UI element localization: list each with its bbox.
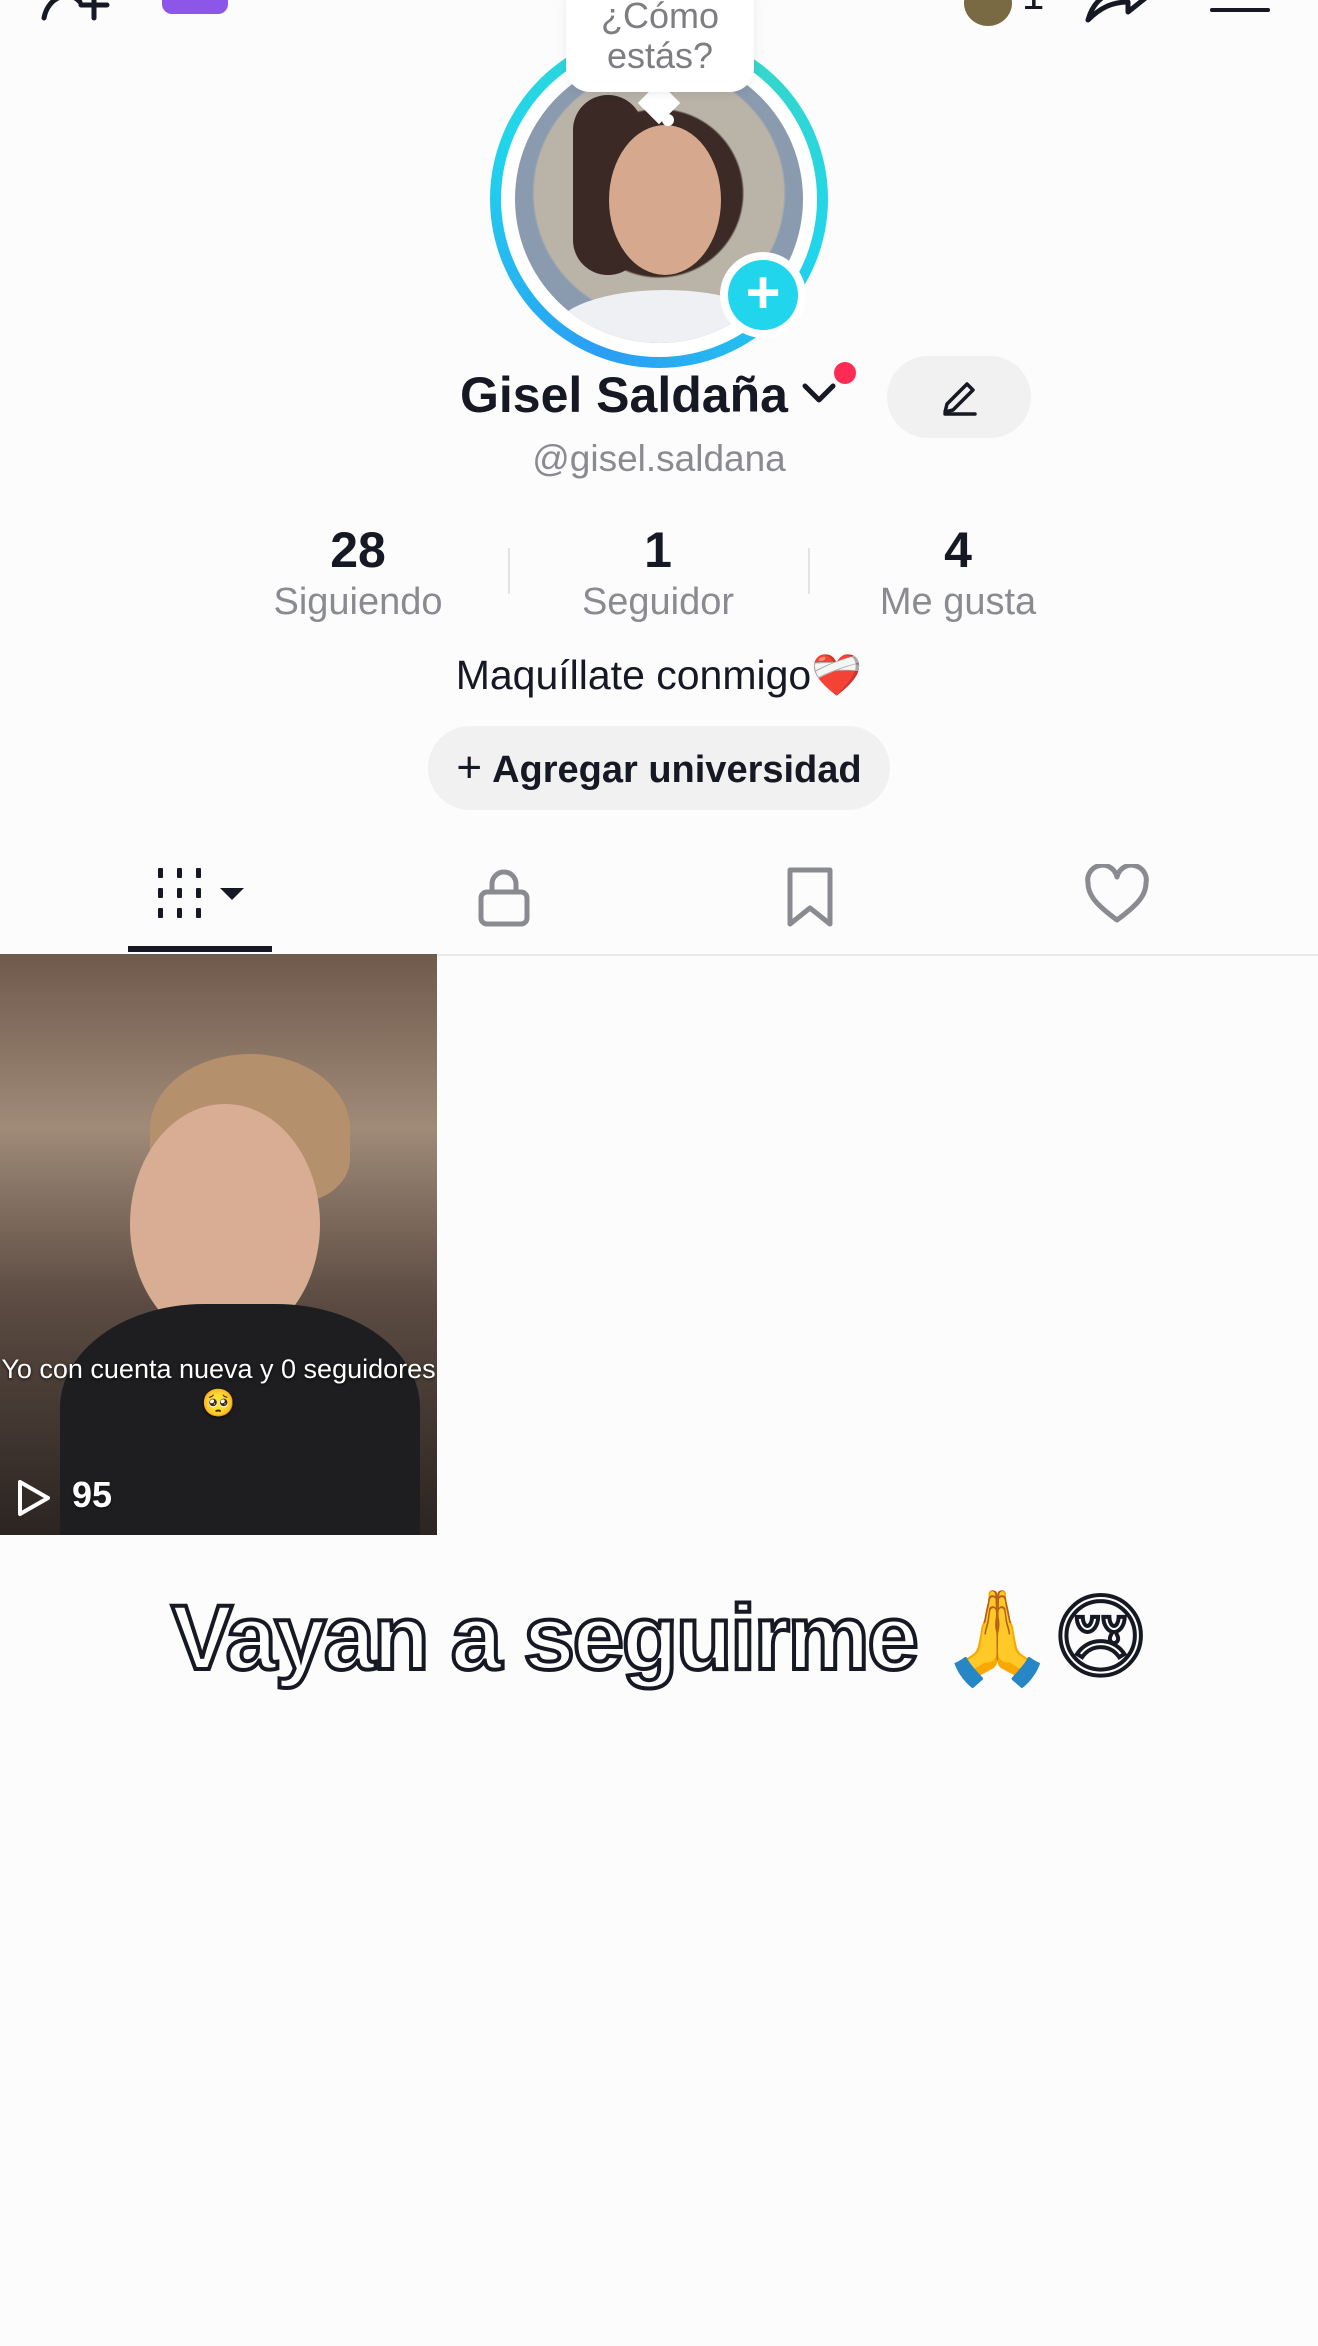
bookmark-icon (787, 867, 833, 927)
account-switch-avatar[interactable] (964, 0, 1012, 26)
plus-icon: + (728, 260, 798, 330)
profile-bio: Maquíllate conmigo❤️‍🩹 (455, 652, 863, 698)
active-tab-indicator (128, 946, 272, 952)
edit-profile-button[interactable] (887, 356, 1031, 438)
add-university-label: Agregar universidad (492, 749, 862, 791)
tab-saved[interactable] (662, 840, 962, 952)
new-indicator-dot (834, 362, 856, 384)
profile-tabs (0, 840, 1318, 956)
stat-likes[interactable]: 4 Me gusta (808, 522, 1108, 626)
tab-private[interactable] (356, 840, 656, 952)
display-name[interactable]: Gisel Saldaña (460, 366, 788, 424)
stat-following[interactable]: 28 Siguiendo (208, 522, 508, 626)
grid-videos-icon (158, 868, 244, 918)
heart-icon (1085, 864, 1149, 923)
chevron-down-icon[interactable] (800, 378, 838, 408)
add-friend-icon[interactable] (40, 0, 114, 22)
play-icon (18, 1480, 50, 1516)
video-thumbnail[interactable]: Yo con cuenta nueva y 0 seguidores 🥺 95 (0, 954, 437, 1535)
overlay-caption: Vayan a seguirme 🙏😢 (169, 1585, 1150, 1691)
video-play-count: 95 (14, 1474, 112, 1516)
status-bubble[interactable]: ¿Cómo estás? (566, 0, 754, 92)
share-icon[interactable] (1080, 0, 1152, 26)
video-caption: Yo con cuenta nueva y 0 seguidores 🥺 (1, 1354, 436, 1418)
account-switch-count: 1 (1022, 0, 1044, 19)
add-university-button[interactable]: + Agregar universidad (428, 726, 890, 810)
lock-icon (478, 869, 530, 927)
tab-videos[interactable] (0, 840, 300, 952)
stat-followers[interactable]: 1 Seguidor (508, 522, 808, 626)
tab-liked[interactable] (968, 840, 1268, 952)
menu-icon[interactable] (1210, 8, 1270, 12)
notifications-badge[interactable] (162, 0, 228, 14)
pencil-icon (943, 382, 977, 416)
username: @gisel.saldana (532, 438, 786, 479)
add-story-button[interactable]: + (720, 252, 806, 338)
plus-icon: + (456, 743, 483, 792)
